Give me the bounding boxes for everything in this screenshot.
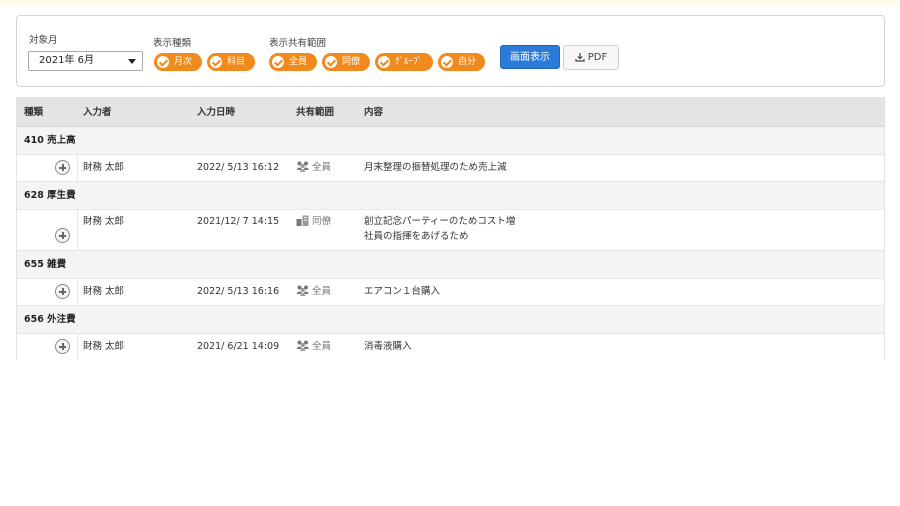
display-type-monthly-toggle[interactable]: 月次 bbox=[154, 53, 202, 71]
share-scope-self-toggle[interactable]: 自分 bbox=[438, 53, 485, 71]
row-user: 財務 太郎 bbox=[83, 286, 125, 297]
pdf-button[interactable]: PDF bbox=[563, 45, 619, 70]
filter-panel: 対象月 2021年 6月 表示種類 月次 科目 表示共有範囲 全員 同僚 ｸﾞﾙ… bbox=[16, 15, 885, 87]
row-content: 消毒液購入 bbox=[364, 341, 412, 352]
share-scope-group-toggle[interactable]: ｸﾞﾙｰﾌﾟ bbox=[375, 53, 433, 71]
group-icon bbox=[296, 340, 309, 351]
share-scope-all-toggle[interactable]: 全員 bbox=[269, 53, 317, 71]
row-user: 財務 太郎 bbox=[83, 341, 125, 352]
check-icon bbox=[157, 56, 169, 68]
group-row: 410 売上高 bbox=[17, 127, 884, 155]
group-title: 656 外注費 bbox=[24, 314, 76, 325]
month-select[interactable]: 2021年 6月 bbox=[28, 51, 143, 71]
pill-label: ｸﾞﾙｰﾌﾟ bbox=[395, 57, 423, 67]
table-row: 財務 太郎 2022/ 5/13 16:16 全員 エアコン１台購入 bbox=[17, 279, 884, 306]
row-share-scope-label: 同僚 bbox=[312, 216, 332, 227]
row-share-scope-label: 全員 bbox=[312, 341, 332, 352]
row-datetime: 2022/ 5/13 16:12 bbox=[197, 162, 280, 173]
share-scope-label: 表示共有範囲 bbox=[269, 38, 327, 49]
plus-circle-icon[interactable] bbox=[55, 228, 70, 243]
group-row: 655 雑費 bbox=[17, 251, 884, 279]
pill-label: 科目 bbox=[227, 57, 246, 67]
group-row: 628 厚生費 bbox=[17, 182, 884, 210]
table-row: 財務 太郎 2021/12/ 7 14:15 同僚 創立記念パーティーのためコス… bbox=[17, 210, 884, 251]
header-content: 内容 bbox=[364, 107, 384, 118]
table-row: 財務 太郎 2022/ 5/13 16:12 全員 月末整理の振替処理のため売上… bbox=[17, 155, 884, 182]
share-scope-colleague-toggle[interactable]: 同僚 bbox=[322, 53, 370, 71]
top-strip bbox=[0, 0, 900, 5]
group-title: 410 売上高 bbox=[24, 135, 76, 146]
header-datetime: 入力日時 bbox=[197, 107, 236, 118]
group-row: 656 外注費 bbox=[17, 306, 884, 334]
group-title: 628 厚生費 bbox=[24, 190, 76, 201]
month-label: 対象月 bbox=[29, 35, 58, 46]
group-icon bbox=[296, 161, 309, 172]
row-content-line-1: 創立記念パーティーのためコスト増 bbox=[364, 216, 516, 227]
display-type-account-toggle[interactable]: 科目 bbox=[207, 53, 255, 71]
header-user: 入力者 bbox=[83, 107, 112, 118]
header-share-scope: 共有範囲 bbox=[296, 107, 335, 118]
colleague-icon bbox=[296, 215, 309, 226]
check-icon bbox=[325, 56, 337, 68]
group-title: 655 雑費 bbox=[24, 259, 67, 270]
check-icon bbox=[272, 56, 284, 68]
row-share-scope: 同僚 bbox=[296, 215, 331, 229]
row-datetime: 2021/12/ 7 14:15 bbox=[197, 216, 280, 227]
row-expand-cell bbox=[17, 279, 78, 305]
row-share-scope-label: 全員 bbox=[312, 162, 332, 173]
display-type-label: 表示種類 bbox=[153, 38, 192, 49]
check-icon bbox=[210, 56, 222, 68]
header-type: 種類 bbox=[24, 107, 44, 118]
row-share-scope-label: 全員 bbox=[312, 286, 332, 297]
check-icon bbox=[441, 56, 453, 68]
row-expand-cell bbox=[17, 334, 78, 360]
check-icon bbox=[378, 56, 390, 68]
group-icon bbox=[296, 285, 309, 296]
row-datetime: 2021/ 6/21 14:09 bbox=[197, 341, 280, 352]
show-screen-button[interactable]: 画面表示 bbox=[500, 45, 560, 69]
month-select-value: 2021年 6月 bbox=[39, 55, 94, 66]
pdf-button-label: PDF bbox=[587, 52, 608, 63]
row-expand-cell bbox=[17, 210, 78, 250]
pill-label: 同僚 bbox=[342, 57, 361, 67]
table-header: 種類 入力者 入力日時 共有範囲 内容 bbox=[17, 98, 884, 127]
row-share-scope: 全員 bbox=[296, 340, 331, 354]
row-user: 財務 太郎 bbox=[83, 162, 125, 173]
chevron-down-icon bbox=[128, 59, 136, 64]
row-share-scope: 全員 bbox=[296, 285, 331, 299]
pill-label: 自分 bbox=[458, 57, 477, 67]
row-user: 財務 太郎 bbox=[83, 216, 125, 227]
plus-circle-icon[interactable] bbox=[55, 339, 70, 354]
comments-table: 種類 入力者 入力日時 共有範囲 内容 410 売上高 財務 太郎 2022/ … bbox=[16, 97, 885, 360]
row-content-line-2: 社員の指揮をあげるため bbox=[364, 231, 469, 242]
download-icon bbox=[575, 53, 585, 62]
plus-circle-icon[interactable] bbox=[55, 160, 70, 175]
pill-label: 月次 bbox=[174, 57, 193, 67]
row-content: エアコン１台購入 bbox=[364, 286, 441, 297]
row-share-scope: 全員 bbox=[296, 161, 331, 175]
pill-label: 全員 bbox=[289, 57, 308, 67]
row-expand-cell bbox=[17, 155, 78, 181]
plus-circle-icon[interactable] bbox=[55, 284, 70, 299]
row-content: 月末整理の振替処理のため売上減 bbox=[364, 162, 507, 173]
table-row: 財務 太郎 2021/ 6/21 14:09 全員 消毒液購入 bbox=[17, 334, 884, 360]
row-datetime: 2022/ 5/13 16:16 bbox=[197, 286, 280, 297]
